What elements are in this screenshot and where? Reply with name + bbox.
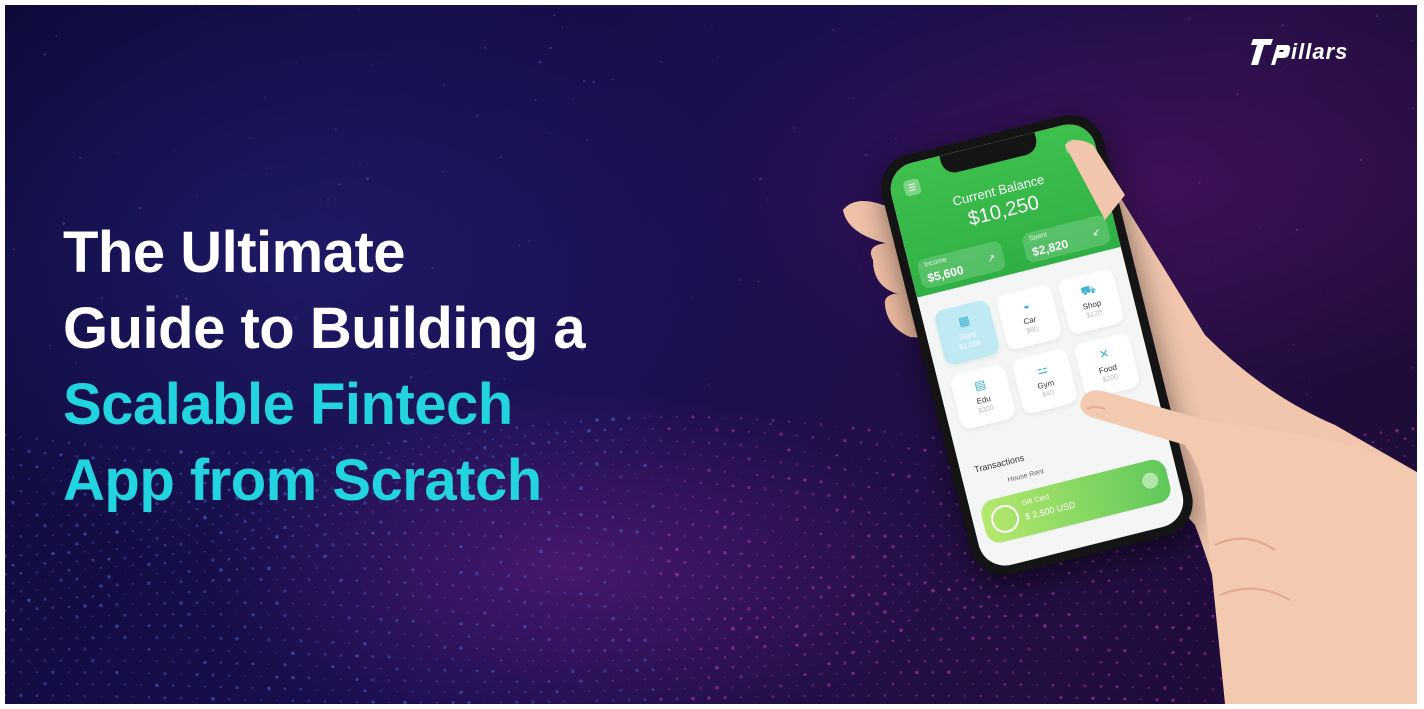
hero-banner: The Ultimate Guide to Building a Scalabl… bbox=[5, 5, 1417, 704]
pointing-hand bbox=[1065, 140, 1417, 704]
